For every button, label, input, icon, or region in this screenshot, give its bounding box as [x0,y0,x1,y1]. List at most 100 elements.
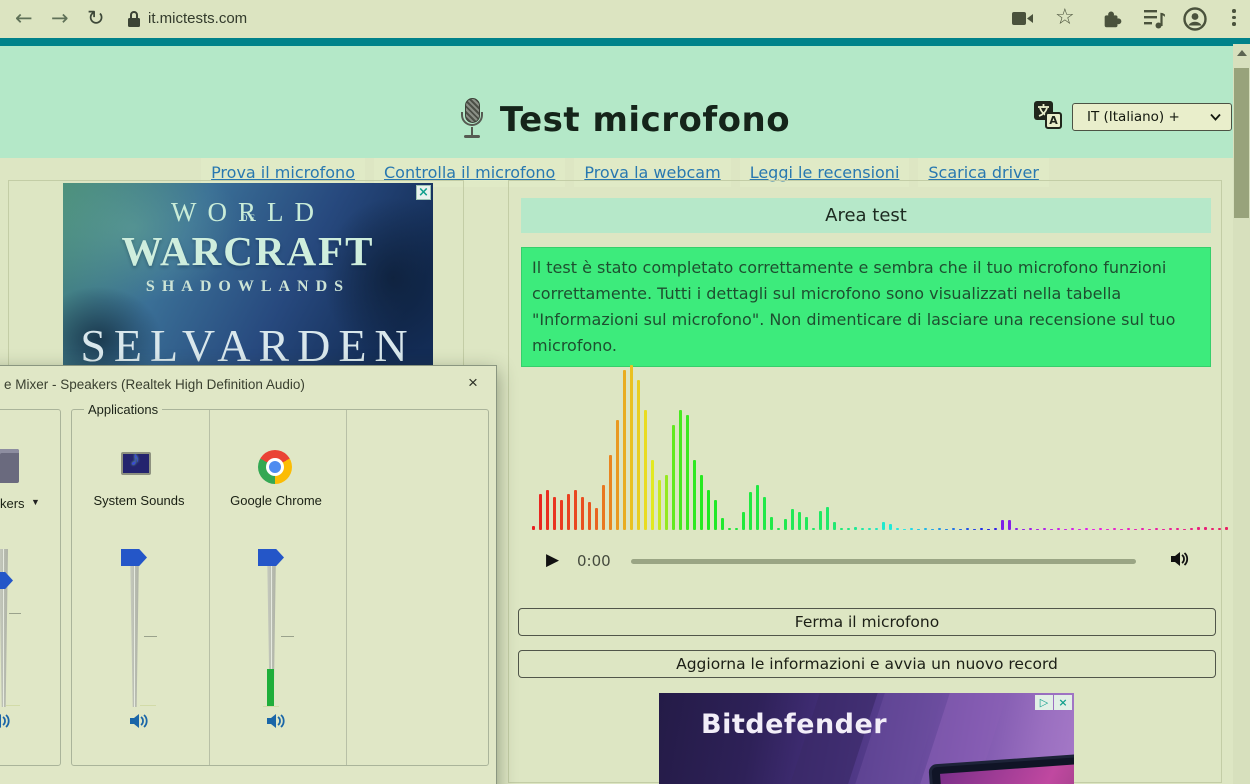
waveform-bar [987,529,990,530]
waveform-bar [931,529,934,530]
waveform-bar [847,528,850,530]
chrome-speaker-icon[interactable] [265,711,287,731]
ad-brand-bitdefender: Bitdefender [701,709,887,740]
waveform-bar [1106,529,1109,530]
waveform-bar [644,410,647,530]
volume-mixer-window[interactable]: e Mixer - Speakers (Realtek High Definit… [0,365,497,784]
language-select-value: IT (Italiano) + [1087,109,1210,125]
waveform-bar [1204,527,1207,530]
waveform-bar [728,528,731,530]
waveform-bar [938,528,941,530]
slider-tick [9,613,21,614]
waveform-bar [665,475,668,530]
waveform-bar [1141,528,1144,530]
system-sounds-speaker-icon[interactable] [128,711,150,731]
slider-tick [263,706,279,707]
waveform-bar [903,529,906,530]
media-camera-icon[interactable] [1012,11,1034,26]
volume-icon[interactable] [1169,549,1189,569]
screen: ← → ↻ it.mictests.com ☆ [0,0,1250,784]
slider-tick [144,636,157,637]
success-message: Il test è stato completato correttamente… [521,247,1211,367]
waveform-bar [1134,529,1137,530]
scrollbar-up-icon[interactable] [1237,50,1247,56]
seek-bar[interactable] [631,559,1136,564]
waveform-bar [1036,529,1039,530]
waveform-bar [882,522,885,530]
reload-icon[interactable]: ↻ [87,5,105,31]
extensions-puzzle-icon[interactable] [1101,8,1123,30]
waveform-bar [805,517,808,530]
applications-label: Applications [84,402,162,417]
waveform-bar [1155,528,1158,530]
waveform-bar [679,410,682,530]
waveform-bar [1120,529,1123,530]
waveform-bar [966,528,969,530]
forward-icon[interactable]: → [51,5,69,31]
wow-advertisement[interactable]: WORLD OF WARCRAFT SHADOWLANDS SELVARDEN … [63,183,433,369]
waveform-bar [1015,528,1018,530]
waveform-bar [812,528,815,530]
waveform-bar [1148,529,1151,530]
waveform-bar [637,380,640,530]
waveform-bar [560,500,563,530]
back-icon[interactable]: ← [15,5,33,31]
profile-avatar-icon[interactable] [1183,7,1207,31]
app-label-system-sounds: System Sounds [74,493,204,508]
scrollbar-thumb[interactable] [1234,68,1249,218]
waveform-bar [896,528,899,530]
url-bar[interactable]: it.mictests.com [148,10,247,27]
waveform-bar [651,460,654,530]
refresh-and-record-button[interactable]: Aggiorna le informazioni e avvia un nuov… [518,650,1216,678]
waveform-bar [1078,529,1081,530]
stop-microphone-button[interactable]: Ferma il microfono [518,608,1216,636]
page-title: Test microfono [500,100,790,140]
device-dropdown-icon[interactable]: ▼ [31,497,40,507]
waveform-bar [602,485,605,530]
waveform-bar [784,519,787,530]
window-title: e Mixer - Speakers (Realtek High Definit… [4,377,305,392]
page-scrollbar[interactable] [1233,44,1250,784]
waveform-bar [840,528,843,530]
waveform-bar [693,460,696,530]
waveform-bar [721,518,724,530]
waveform-bar [826,507,829,530]
waveform-bar [735,528,738,530]
device-speaker-icon[interactable] [0,711,12,731]
waveform-bar [791,509,794,530]
waveform-bar [917,529,920,530]
language-select[interactable]: IT (Italiano) + [1072,103,1232,131]
waveform-bar [532,526,535,530]
column-divider [209,410,210,765]
ad-close-icon[interactable]: × [416,185,431,200]
waveform-bar [1092,529,1095,530]
waveform-bar [1183,529,1186,530]
waveform-bar [875,528,878,530]
waveform-bar [1211,528,1214,530]
waveform-bar [1085,528,1088,530]
slider-tick [140,705,156,706]
waveform-bar [553,497,556,530]
waveform-bar [546,490,549,530]
chevron-down-icon [1210,113,1221,121]
waveform-bar [749,492,752,530]
window-close-icon[interactable]: × [468,374,478,391]
bitdefender-advertisement[interactable]: Bitdefender ▷ × [659,693,1074,784]
waveform-bar [1176,528,1179,530]
play-icon[interactable]: ▶ [546,550,559,570]
waveform-bar [945,529,948,530]
slider-tick [6,705,20,706]
waveform-bar [686,415,689,530]
ad-close-icon[interactable]: × [1054,695,1072,710]
waveform-bar [1190,528,1193,530]
browser-toolbar: ← → ↻ it.mictests.com ☆ [0,0,1250,38]
adchoices-icon[interactable]: ▷ [1035,695,1053,710]
waveform-bar [581,497,584,530]
waveform-bar [959,529,962,530]
waveform-bar [770,517,773,530]
browser-menu-icon[interactable] [1232,9,1236,26]
bookmark-star-icon[interactable]: ☆ [1055,5,1075,30]
waveform-bar [714,500,717,530]
device-name-label: kers [0,496,25,511]
media-controls-icon[interactable] [1144,9,1166,29]
